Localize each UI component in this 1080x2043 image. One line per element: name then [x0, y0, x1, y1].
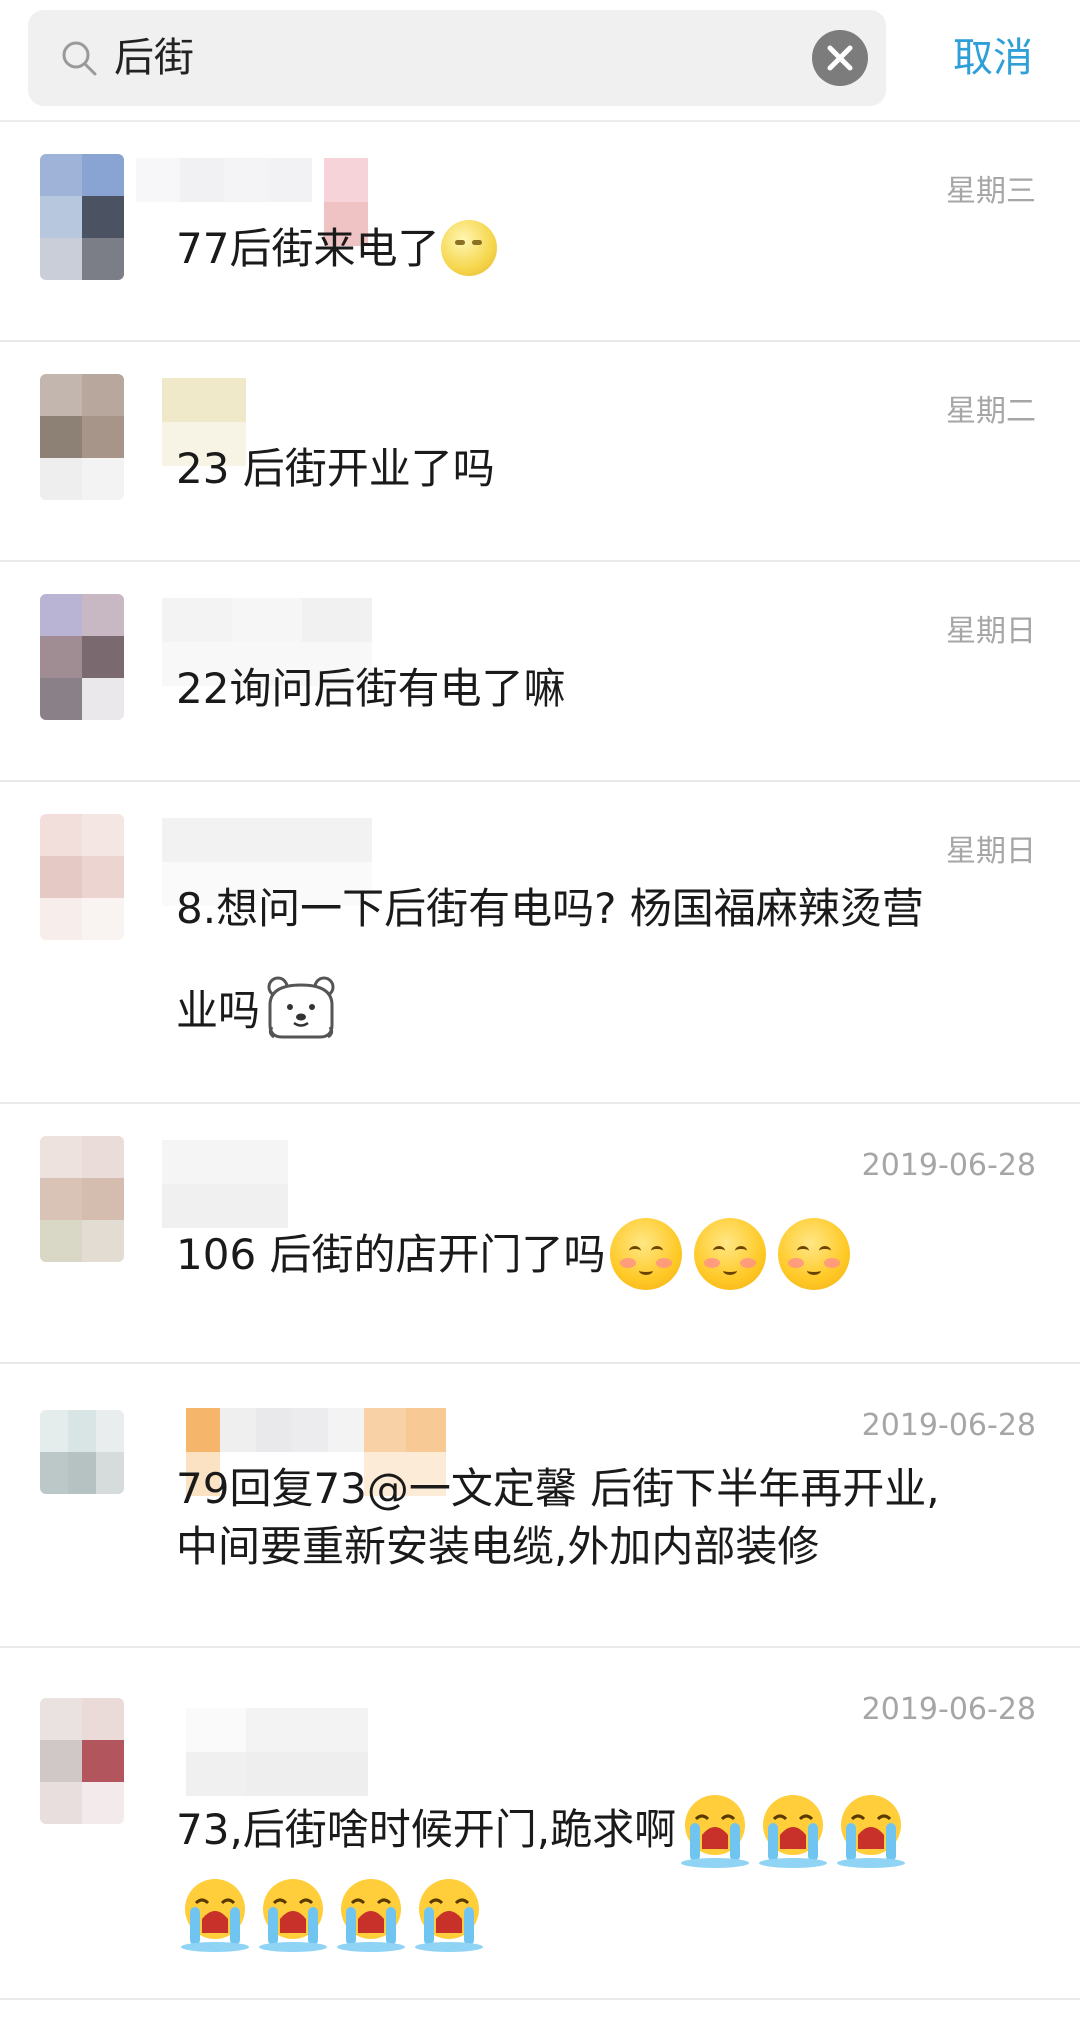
shy-face-emoji-icon [609, 1217, 682, 1290]
clear-search-button[interactable] [812, 30, 868, 86]
message-line-2: 中间要重新安装电缆,外加内部装修 [176, 1522, 820, 1571]
crying-face-emoji-icon [837, 1794, 906, 1868]
message-date: 2019-06-28 [861, 1408, 1036, 1443]
avatar [40, 374, 124, 500]
result-row[interactable]: 星期二 23 后街开业了吗 [0, 342, 1080, 562]
message-line: 79回复73@一文定馨 后街下半年再开业, [176, 1464, 940, 1513]
avatar [40, 154, 124, 280]
cancel-button[interactable]: 取消 [918, 0, 1068, 120]
crying-face-emoji-icon [337, 1879, 405, 1952]
message-text: 8.想问一下后街有电吗? 杨国福麻辣烫营 业吗 [176, 858, 1040, 1062]
result-row[interactable]: 星期日 22询问后街有电了嘛 [0, 562, 1080, 782]
avatar [40, 1410, 124, 1494]
result-row[interactable]: 2019-06-28 106 后街的店开门了吗 [0, 1104, 1080, 1364]
avatar [40, 814, 124, 940]
message-text: 106 后街的店开门了吗 [176, 1204, 1040, 1306]
close-icon [827, 45, 853, 71]
shy-face-emoji-icon [693, 1217, 766, 1290]
message-date: 2019-06-28 [861, 1148, 1036, 1183]
crying-face-emoji-icon [759, 1794, 828, 1868]
polar-bear-emoji-icon [267, 976, 335, 1038]
shy-face-emoji-icon [777, 1217, 850, 1290]
crying-face-emoji-icon [415, 1879, 483, 1952]
moon-face-emoji-icon [441, 219, 498, 276]
search-query-text[interactable]: 后街 [114, 10, 194, 106]
message-line-2: 业吗 [176, 960, 1040, 1062]
crying-face-emoji-icon [681, 1794, 750, 1868]
message-text: 23 后街开业了吗 [176, 444, 495, 493]
result-row[interactable]: 2019-06-28 79回复73@一文定馨 后街下半年再开业, 中间要重新安装… [0, 1364, 1080, 1648]
avatar [40, 594, 124, 720]
crying-face-emoji-icon [181, 1879, 249, 1952]
search-icon [62, 41, 97, 76]
search-results-screen: 后街 取消 星期三 77后街来电了 星期二 23 后街开业了吗 星期日 22询问… [0, 0, 1080, 2043]
avatar [40, 1136, 124, 1262]
avatar [40, 1698, 124, 1824]
search-result-list: 星期三 77后街来电了 星期二 23 后街开业了吗 星期日 22询问后街有电了嘛… [0, 122, 1080, 2000]
result-row[interactable]: 2019-06-28 73,后街啥时候开门,跪求啊 [0, 1648, 1080, 2000]
message-text: 73,后街啥时候开门,跪求啊 [176, 1788, 1040, 1957]
result-row[interactable]: 星期三 77后街来电了 [0, 122, 1080, 342]
message-line: 8.想问一下后街有电吗? 杨国福麻辣烫营 [176, 884, 924, 933]
message-date: 2019-06-28 [861, 1692, 1036, 1727]
message-text: 77后街来电了 [176, 198, 1040, 300]
search-header: 后街 取消 [0, 0, 1080, 122]
message-text: 22询问后街有电了嘛 [176, 664, 566, 713]
username-blurred [186, 1708, 368, 1798]
message-text: 79回复73@一文定馨 后街下半年再开业, 中间要重新安装电缆,外加内部装修 [176, 1460, 1040, 1576]
search-input[interactable]: 后街 [28, 10, 886, 106]
result-row[interactable]: 星期日 8.想问一下后街有电吗? 杨国福麻辣烫营 业吗 [0, 782, 1080, 1104]
crying-face-emoji-icon [259, 1879, 327, 1952]
